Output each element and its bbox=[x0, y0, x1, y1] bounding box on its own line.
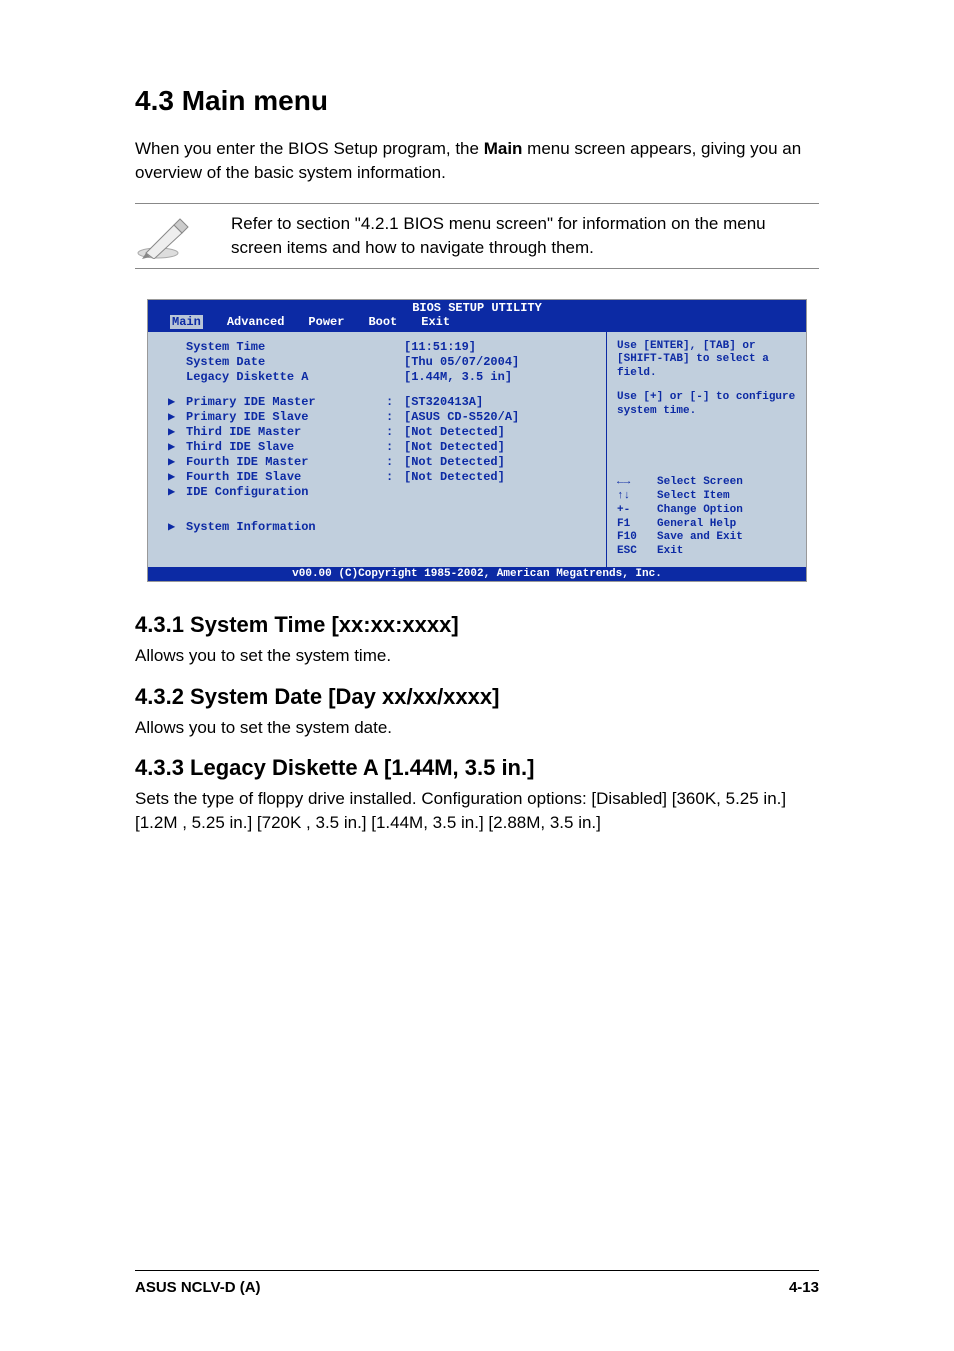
section-heading: 4.3.1 System Time [xx:xx:xxxx] bbox=[135, 612, 819, 638]
bios-help-key: +- bbox=[617, 504, 657, 518]
bios-help-txt: General Help bbox=[657, 518, 736, 532]
bios-help-mid: Use [+] or [-] to configure system time. bbox=[617, 391, 796, 419]
section-text: Allows you to set the system date. bbox=[135, 716, 819, 740]
bios-help-row: F1General Help bbox=[617, 518, 796, 532]
bios-menu-advanced: Advanced bbox=[227, 315, 285, 329]
bios-menubar: Main Advanced Power Boot Exit bbox=[148, 315, 806, 331]
bios-row: ▶Primary IDE Master:[ST320413A] bbox=[168, 395, 596, 410]
bios-help-row: ←→Select Screen bbox=[617, 476, 796, 490]
bios-menu-main: Main bbox=[170, 315, 203, 329]
bios-footer: v00.00 (C)Copyright 1985-2002, American … bbox=[148, 567, 806, 581]
bios-body: System Time [11:51:19] System Date [Thu 05… bbox=[148, 331, 806, 567]
bios-row: ▶Fourth IDE Master:[Not Detected] bbox=[168, 455, 596, 470]
footer-left: ASUS NCLV-D (A) bbox=[135, 1279, 261, 1296]
bios-label: Primary IDE Master bbox=[186, 395, 386, 410]
bios-label: Fourth IDE Slave bbox=[186, 470, 386, 485]
bios-help-txt: Exit bbox=[657, 545, 683, 559]
page-footer: ASUS NCLV-D (A) 4-13 bbox=[135, 1270, 819, 1296]
bios-row: System Date [Thu 05/07/2004] bbox=[168, 355, 596, 370]
page-title: 4.3 Main menu bbox=[135, 85, 819, 117]
intro-bold: Main bbox=[484, 139, 523, 158]
bios-help-key: ←→ bbox=[617, 476, 657, 490]
bios-help-row: +-Change Option bbox=[617, 504, 796, 518]
bios-right-panel: Use [ENTER], [TAB] or [SHIFT-TAB] to sel… bbox=[606, 332, 806, 567]
bios-val: [Not Detected] bbox=[404, 455, 505, 470]
bios-val: [Thu 05/07/2004] bbox=[404, 355, 519, 370]
bios-label: IDE Configuration bbox=[186, 485, 386, 500]
bios-val: [Not Detected] bbox=[404, 425, 505, 440]
bios-row: System Time [11:51:19] bbox=[168, 340, 596, 355]
bios-label: Third IDE Slave bbox=[186, 440, 386, 455]
bios-help-key: ESC bbox=[617, 545, 657, 559]
bios-title: BIOS SETUP UTILITY bbox=[148, 300, 806, 315]
footer-right: 4-13 bbox=[789, 1279, 819, 1296]
note-box: Refer to section "4.2.1 BIOS menu screen… bbox=[135, 203, 819, 269]
intro-pre: When you enter the BIOS Setup program, t… bbox=[135, 139, 484, 158]
bios-left-panel: System Time [11:51:19] System Date [Thu 05… bbox=[148, 332, 606, 567]
section-text: Sets the type of floppy drive installed.… bbox=[135, 787, 819, 835]
bios-menu-exit: Exit bbox=[421, 315, 450, 329]
bios-help-row: F10Save and Exit bbox=[617, 531, 796, 545]
bios-row: ▶IDE Configuration bbox=[168, 485, 596, 500]
bios-val: [ST320413A] bbox=[404, 395, 483, 410]
bios-row: ▶Third IDE Slave:[Not Detected] bbox=[168, 440, 596, 455]
bios-help-txt: Select Screen bbox=[657, 476, 743, 490]
bios-row: Legacy Diskette A [1.44M, 3.5 in] bbox=[168, 370, 596, 385]
bios-val: [Not Detected] bbox=[404, 470, 505, 485]
bios-help-row: ESCExit bbox=[617, 545, 796, 559]
bios-help-txt: Save and Exit bbox=[657, 531, 743, 545]
section-text: Allows you to set the system time. bbox=[135, 644, 819, 668]
bios-label: Third IDE Master bbox=[186, 425, 386, 440]
bios-help-txt: Change Option bbox=[657, 504, 743, 518]
bios-label: System Time bbox=[186, 340, 386, 355]
note-text: Refer to section "4.2.1 BIOS menu screen… bbox=[211, 212, 819, 260]
bios-label: System Information bbox=[186, 520, 386, 535]
bios-help-txt: Select Item bbox=[657, 490, 730, 504]
bios-label: Fourth IDE Master bbox=[186, 455, 386, 470]
bios-row: ▶Third IDE Master:[Not Detected] bbox=[168, 425, 596, 440]
bios-val: [ASUS CD-S520/A] bbox=[404, 410, 519, 425]
bios-help-row: ↑↓Select Item bbox=[617, 490, 796, 504]
bios-screenshot: BIOS SETUP UTILITY Main Advanced Power B… bbox=[147, 299, 807, 582]
section-heading: 4.3.2 System Date [Day xx/xx/xxxx] bbox=[135, 684, 819, 710]
bios-label: System Date bbox=[186, 355, 386, 370]
bios-row: ▶System Information bbox=[168, 520, 596, 535]
bios-row: ▶Primary IDE Slave:[ASUS CD-S520/A] bbox=[168, 410, 596, 425]
pencil-icon bbox=[135, 212, 191, 260]
section-heading: 4.3.3 Legacy Diskette A [1.44M, 3.5 in.] bbox=[135, 755, 819, 781]
bios-help-top: Use [ENTER], [TAB] or [SHIFT-TAB] to sel… bbox=[617, 340, 796, 381]
bios-label: Primary IDE Slave bbox=[186, 410, 386, 425]
bios-val: [Not Detected] bbox=[404, 440, 505, 455]
bios-val: [11:51:19] bbox=[404, 340, 476, 355]
bios-menu-power: Power bbox=[308, 315, 344, 329]
bios-row: ▶Fourth IDE Slave:[Not Detected] bbox=[168, 470, 596, 485]
bios-val: [1.44M, 3.5 in] bbox=[404, 370, 512, 385]
bios-help-key: F1 bbox=[617, 518, 657, 532]
bios-menu-boot: Boot bbox=[368, 315, 397, 329]
bios-help-key: F10 bbox=[617, 531, 657, 545]
bios-label: Legacy Diskette A bbox=[186, 370, 386, 385]
bios-help-key: ↑↓ bbox=[617, 490, 657, 504]
intro-paragraph: When you enter the BIOS Setup program, t… bbox=[135, 137, 819, 185]
